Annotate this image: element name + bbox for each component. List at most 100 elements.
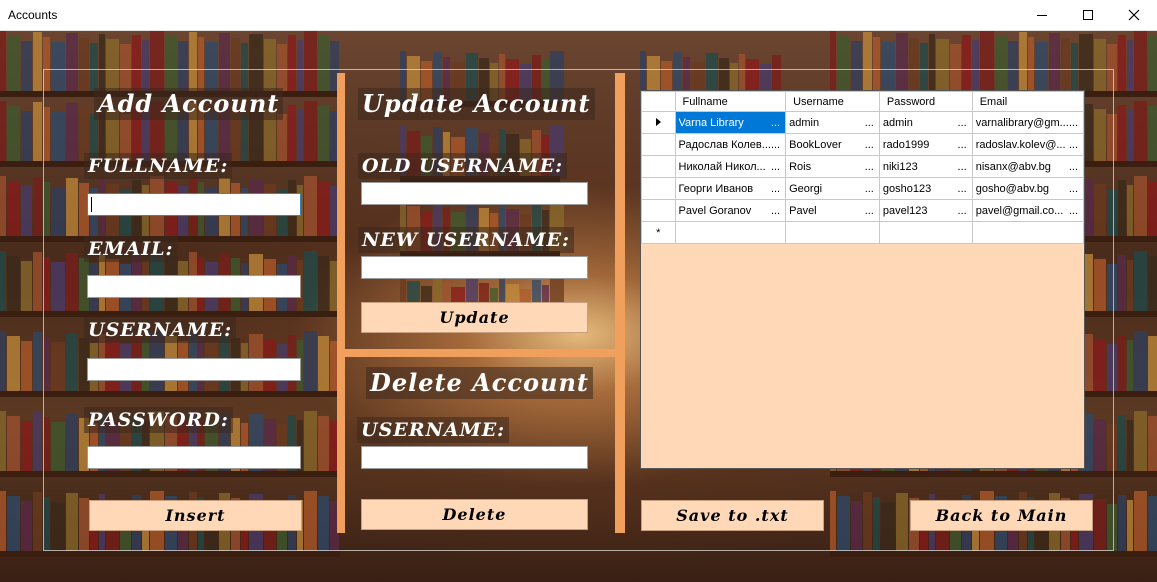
cell-ellipsis-button[interactable]: ...: [958, 139, 969, 151]
background-book: [33, 332, 42, 391]
table-cell[interactable]: gosho@abv.bg...: [971, 177, 1085, 200]
cell-ellipsis-button[interactable]: ...: [771, 161, 782, 173]
table-cell[interactable]: pavel@gmail.co......: [971, 199, 1085, 222]
new-row-cell[interactable]: [674, 221, 787, 244]
table-cell[interactable]: BookLover...: [785, 133, 880, 156]
cell-ellipsis-button[interactable]: ...: [958, 117, 969, 129]
table-header-row: Fullname Username Password Email: [641, 91, 1085, 112]
table-row[interactable]: Георги Иванов... Georgi... gosho123... gosh…: [641, 177, 1085, 200]
cell-ellipsis-button[interactable]: ...: [771, 117, 782, 129]
cell-ellipsis-button[interactable]: ...: [771, 205, 782, 217]
email-input[interactable]: [87, 275, 301, 298]
new-row-cell[interactable]: [878, 221, 973, 244]
old-username-input[interactable]: [361, 182, 588, 205]
password-input[interactable]: [87, 446, 301, 469]
background-book: [1118, 415, 1126, 471]
cell-text: pavel123: [882, 204, 928, 217]
fullname-input[interactable]: [87, 193, 301, 216]
column-header-email[interactable]: Email: [971, 91, 1085, 112]
back-to-main-button[interactable]: Back to Main: [910, 500, 1093, 531]
cell-text: Varna Library: [678, 116, 744, 129]
table-cell[interactable]: gosho123...: [878, 177, 973, 200]
cell-text: gosho123: [882, 182, 932, 195]
table-row[interactable]: Pavel Goranov... Pavel... pavel123... pavel…: [641, 199, 1085, 222]
new-row-cell[interactable]: [785, 221, 880, 244]
delete-username-input[interactable]: [361, 446, 588, 469]
new-username-input[interactable]: [361, 256, 588, 279]
table-cell[interactable]: rado1999...: [878, 133, 973, 156]
cell-ellipsis-button[interactable]: ...: [865, 161, 876, 173]
background-book: [21, 501, 32, 551]
table-cell[interactable]: pavel123...: [878, 199, 973, 222]
window-title: Accounts: [8, 8, 58, 22]
column-header-password[interactable]: Password: [878, 91, 973, 112]
row-header[interactable]: [641, 111, 676, 134]
table-cell[interactable]: nisanx@abv.bg...: [971, 155, 1085, 178]
new-row-cell[interactable]: [971, 221, 1085, 244]
cell-ellipsis-button[interactable]: ...: [958, 205, 969, 217]
insert-button[interactable]: Insert: [89, 500, 302, 531]
table-cell[interactable]: Георги Иванов...: [674, 177, 787, 200]
maximize-icon[interactable]: [1065, 0, 1111, 30]
table-cell[interactable]: radoslav.kolev@......: [971, 133, 1085, 156]
cell-text: admin: [789, 116, 820, 129]
row-header[interactable]: [641, 199, 676, 222]
cell-ellipsis-button[interactable]: ...: [865, 205, 876, 217]
cell-ellipsis-button[interactable]: ...: [1069, 161, 1080, 173]
divider-horizontal: [345, 349, 615, 357]
accounts-grid[interactable]: Fullname Username Password Email Varna L…: [640, 90, 1085, 469]
cell-ellipsis-button[interactable]: ...: [771, 139, 782, 151]
table-row[interactable]: Радослав Колев...... BookLover... rado1999…: [641, 133, 1085, 156]
table-cell[interactable]: varnalibrary@gm......: [971, 111, 1085, 134]
delete-button[interactable]: Delete: [361, 499, 588, 530]
username-input[interactable]: [87, 358, 301, 381]
background-book: [21, 186, 32, 236]
cell-ellipsis-button[interactable]: ...: [865, 117, 876, 129]
cell-text: BookLover: [789, 138, 842, 151]
column-header-fullname[interactable]: Fullname: [674, 91, 787, 112]
cell-ellipsis-button[interactable]: ...: [1069, 139, 1080, 151]
cell-ellipsis-button[interactable]: ...: [1069, 205, 1080, 217]
table-cell[interactable]: Pavel...: [785, 199, 880, 222]
background-book: [7, 336, 20, 391]
table-row[interactable]: Varna Library... admin... admin... varnalib…: [641, 111, 1085, 134]
table-cell[interactable]: Georgi...: [785, 177, 880, 200]
background-book: [1134, 101, 1147, 161]
new-username-label: NEW USERNAME:: [358, 227, 575, 253]
cell-ellipsis-button[interactable]: ...: [1069, 183, 1080, 195]
table-cell[interactable]: admin...: [878, 111, 973, 134]
update-button[interactable]: Update: [361, 302, 588, 333]
cell-ellipsis-button[interactable]: ...: [865, 139, 876, 151]
minimize-icon[interactable]: [1019, 0, 1065, 30]
close-icon[interactable]: [1111, 0, 1157, 30]
row-header[interactable]: [641, 177, 676, 200]
cell-ellipsis-button[interactable]: ...: [1069, 117, 1080, 129]
table-cell[interactable]: Varna Library...: [674, 111, 787, 134]
cell-ellipsis-button[interactable]: ...: [958, 183, 969, 195]
add-account-heading: Add Account: [94, 88, 284, 120]
background-book: [1118, 105, 1126, 161]
table-cell[interactable]: niki123...: [878, 155, 973, 178]
background-book: [1127, 420, 1133, 471]
cell-ellipsis-button[interactable]: ...: [771, 183, 782, 195]
new-row[interactable]: *: [641, 221, 1085, 244]
table-cell[interactable]: Pavel Goranov...: [674, 199, 787, 222]
row-header[interactable]: [641, 155, 676, 178]
row-header[interactable]: [641, 133, 676, 156]
column-header-username[interactable]: Username: [785, 91, 880, 112]
background-book: [1118, 35, 1126, 91]
background-book: [1127, 500, 1133, 551]
table-cell[interactable]: Николай Никол......: [674, 155, 787, 178]
background-book: [1148, 181, 1157, 236]
table-cell[interactable]: Rois...: [785, 155, 880, 178]
table-cell[interactable]: admin...: [785, 111, 880, 134]
table-cell[interactable]: Радослав Колев......: [674, 133, 787, 156]
cell-ellipsis-button[interactable]: ...: [865, 183, 876, 195]
divider-left: [337, 73, 345, 533]
save-to-txt-button[interactable]: Save to .txt: [641, 500, 824, 531]
table-row[interactable]: Николай Никол...... Rois... niki123... nisa…: [641, 155, 1085, 178]
window-titlebar: Accounts: [0, 0, 1157, 31]
delete-account-heading: Delete Account: [366, 367, 594, 399]
cell-text: Георги Иванов: [678, 182, 754, 195]
cell-ellipsis-button[interactable]: ...: [958, 161, 969, 173]
